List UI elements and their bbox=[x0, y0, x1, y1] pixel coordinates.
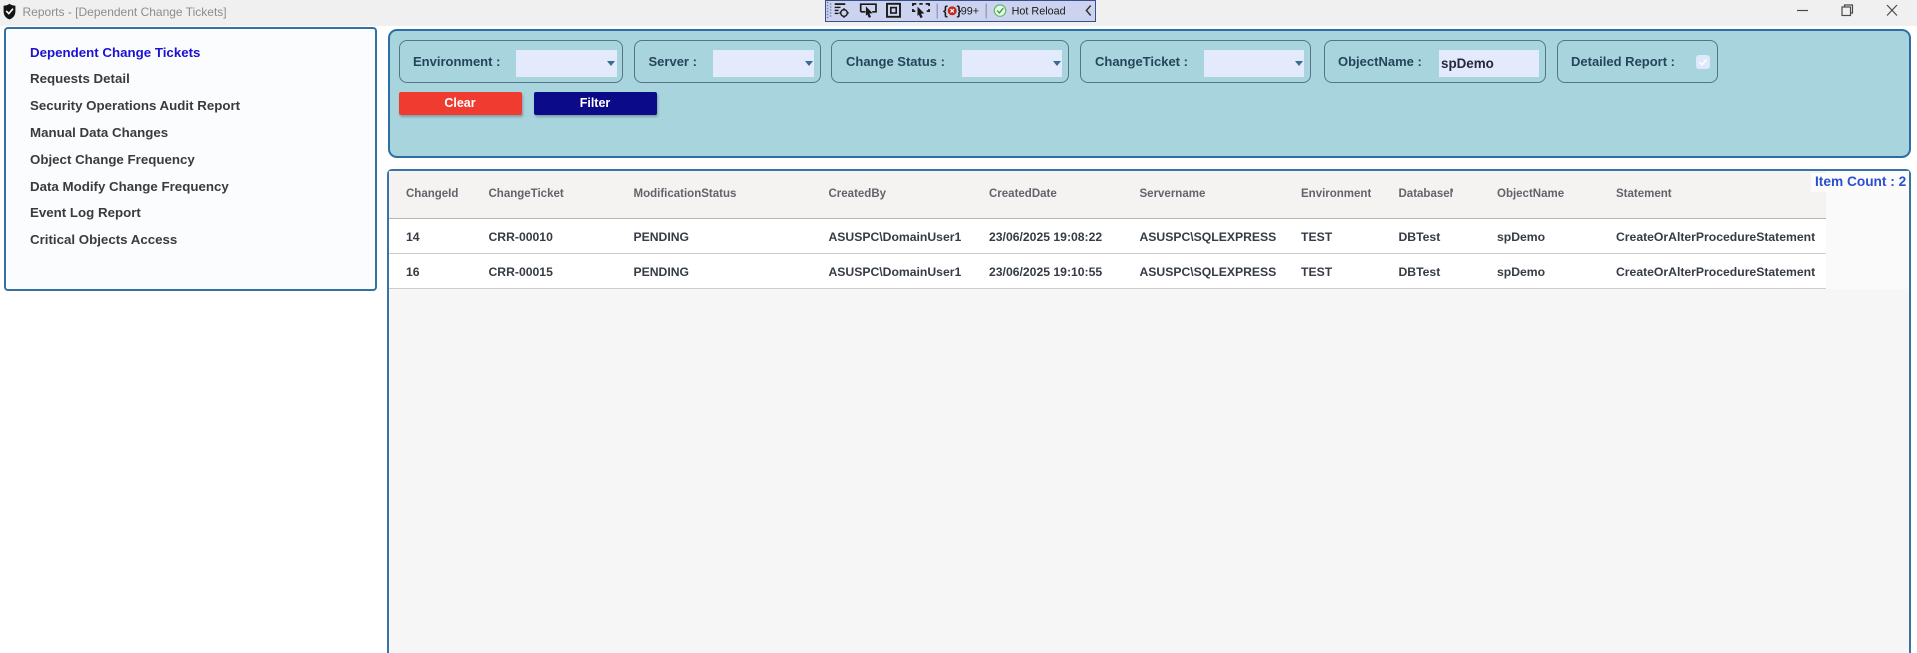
svg-text:{: { bbox=[943, 4, 948, 18]
svg-text:Hot Reload: Hot Reload bbox=[1012, 5, 1066, 17]
svg-text:99+: 99+ bbox=[961, 5, 979, 17]
